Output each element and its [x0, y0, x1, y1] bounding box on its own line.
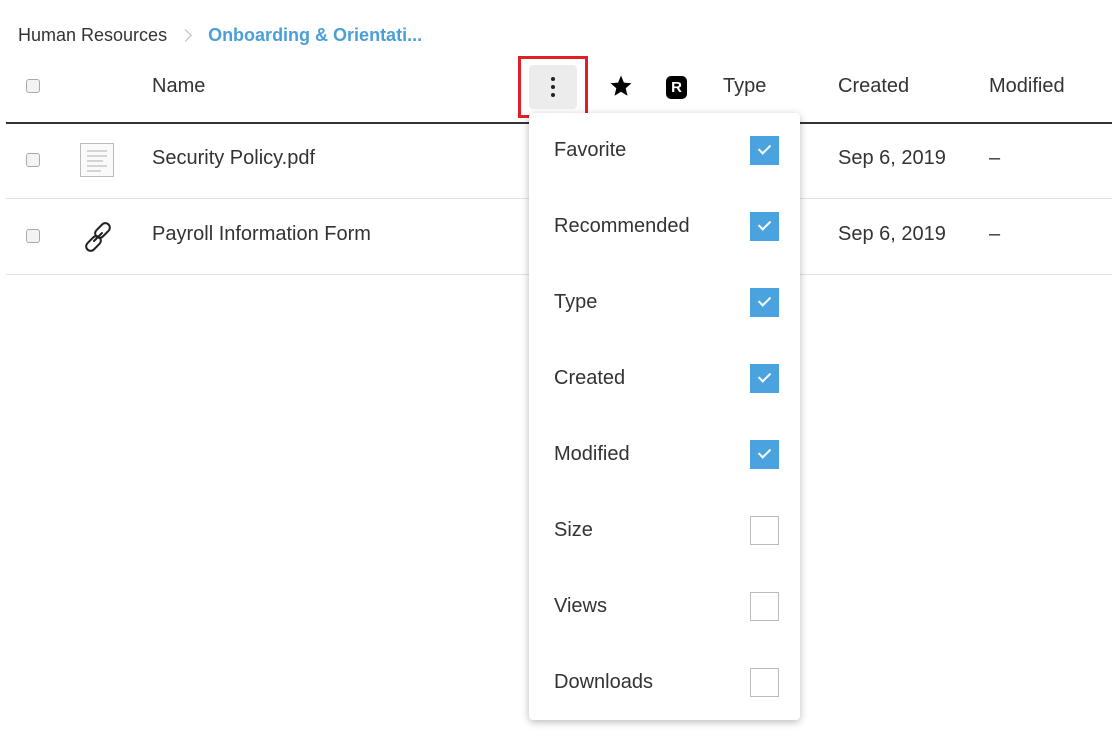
row-modified: –	[989, 147, 1001, 169]
row-created: Sep 6, 2019	[838, 223, 946, 245]
breadcrumb-root[interactable]: Human Resources	[18, 25, 167, 46]
row-modified: –	[989, 223, 1001, 245]
star-icon[interactable]	[609, 74, 633, 98]
menu-item-label: Size	[554, 519, 593, 541]
link-icon	[85, 222, 111, 252]
menu-item-label: Modified	[554, 443, 630, 465]
column-header-modified[interactable]: Modified	[989, 75, 1065, 98]
menu-item-checkbox[interactable]	[750, 668, 779, 697]
menu-item-label: Views	[554, 595, 607, 617]
recommended-icon[interactable]: R	[666, 76, 687, 99]
document-icon	[80, 143, 114, 177]
row-name[interactable]: Payroll Information Form	[152, 223, 371, 246]
menu-item-checkbox[interactable]	[750, 212, 779, 241]
column-options-button[interactable]	[529, 65, 577, 109]
breadcrumb: Human Resources Onboarding & Orientati..…	[18, 22, 422, 48]
menu-item-label: Type	[554, 291, 598, 313]
menu-item-label: Created	[554, 367, 626, 389]
menu-item-checkbox[interactable]	[750, 364, 779, 393]
menu-item-label: Favorite	[554, 139, 627, 161]
row-checkbox[interactable]	[26, 153, 40, 167]
column-header-created[interactable]: Created	[838, 75, 909, 98]
menu-item-checkbox[interactable]	[750, 592, 779, 621]
column-header-name[interactable]: Name	[152, 75, 205, 98]
column-header-type[interactable]: Type	[723, 75, 766, 98]
menu-item-recommended[interactable]: Recommended	[529, 189, 800, 265]
menu-item-views[interactable]: Views	[529, 569, 800, 645]
column-visibility-menu: Favorite Recommended Type Created Modifi…	[529, 113, 800, 720]
more-vertical-icon	[551, 77, 555, 81]
menu-item-checkbox[interactable]	[750, 136, 779, 165]
chevron-right-icon	[179, 28, 192, 42]
menu-item-type[interactable]: Type	[529, 265, 800, 341]
menu-item-checkbox[interactable]	[750, 516, 779, 545]
breadcrumb-current[interactable]: Onboarding & Orientati...	[208, 25, 422, 46]
select-all-checkbox[interactable]	[26, 79, 40, 93]
menu-item-modified[interactable]: Modified	[529, 417, 800, 493]
menu-item-label: Recommended	[554, 215, 690, 237]
menu-item-downloads[interactable]: Downloads	[529, 645, 800, 721]
menu-item-checkbox[interactable]	[750, 440, 779, 469]
menu-item-label: Downloads	[554, 671, 653, 693]
row-name[interactable]: Security Policy.pdf	[152, 147, 315, 170]
row-checkbox[interactable]	[26, 229, 40, 243]
menu-item-size[interactable]: Size	[529, 493, 800, 569]
menu-item-created[interactable]: Created	[529, 341, 800, 417]
menu-item-favorite[interactable]: Favorite	[529, 113, 800, 189]
column-options-highlight	[518, 56, 588, 118]
menu-item-checkbox[interactable]	[750, 288, 779, 317]
row-created: Sep 6, 2019	[838, 147, 946, 169]
